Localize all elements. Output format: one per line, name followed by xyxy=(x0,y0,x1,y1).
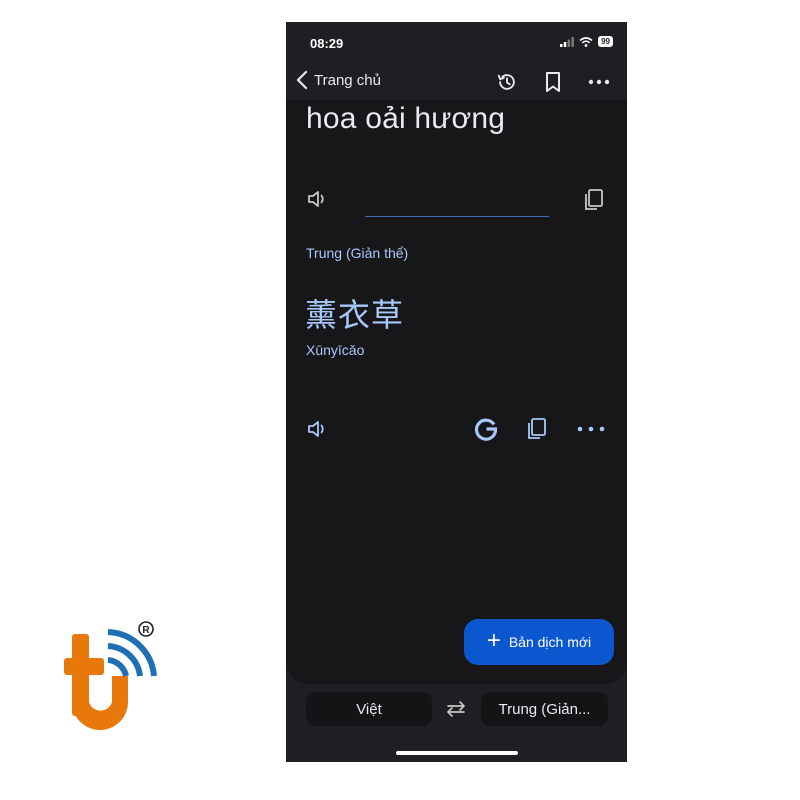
google-search-button[interactable] xyxy=(471,414,501,444)
target-more-button[interactable] xyxy=(576,422,606,436)
section-divider xyxy=(365,216,549,217)
history-icon xyxy=(497,74,515,90)
more-horizontal-icon xyxy=(577,426,605,432)
plus-icon: + xyxy=(486,627,501,654)
signal-icon xyxy=(560,36,574,47)
brand-logo: R xyxy=(64,621,157,730)
wifi-icon xyxy=(579,36,593,47)
top-app-bar: Trang chủ xyxy=(286,66,627,100)
source-language-button[interactable]: Việt xyxy=(306,692,432,726)
source-speak-button[interactable] xyxy=(304,185,332,213)
svg-text:R: R xyxy=(142,625,150,636)
source-copy-button[interactable] xyxy=(580,186,608,214)
swap-languages-button[interactable] xyxy=(443,698,469,720)
copy-icon xyxy=(585,189,603,210)
target-language-pill-label: Trung (Giản... xyxy=(498,700,591,718)
home-indicator xyxy=(396,751,518,755)
speaker-icon xyxy=(308,191,324,207)
back-button[interactable]: Trang chủ xyxy=(296,70,381,90)
more-horizontal-icon xyxy=(588,79,610,85)
translated-text[interactable]: 薰衣草 xyxy=(305,290,404,336)
new-translation-button[interactable]: + Bản dịch mới xyxy=(464,619,614,665)
chevron-left-icon xyxy=(296,70,308,90)
source-text[interactable]: hoa oải hương xyxy=(306,102,505,136)
more-options-button[interactable] xyxy=(586,69,612,95)
battery-indicator: 99 xyxy=(598,36,613,47)
translation-card: hoa oải hương Trung (Giản thể) 薰衣草 Xūnyī… xyxy=(286,100,627,684)
swap-icon xyxy=(447,701,465,717)
source-language-label: Việt xyxy=(356,700,382,718)
romanization-text: Xūnyīcǎo xyxy=(306,342,365,358)
history-button[interactable] xyxy=(494,69,520,95)
status-time: 08:29 xyxy=(310,36,344,51)
bookmark-icon xyxy=(546,72,560,92)
bookmark-button[interactable] xyxy=(540,69,566,95)
status-icons: 99 xyxy=(560,36,613,47)
back-label: Trang chủ xyxy=(314,71,381,89)
target-language-label: Trung (Giản thể) xyxy=(306,245,409,261)
target-speak-button[interactable] xyxy=(304,415,332,443)
status-bar: 08:29 99 xyxy=(286,22,627,66)
copy-icon xyxy=(528,418,546,439)
target-copy-button[interactable] xyxy=(523,415,551,443)
google-g-icon xyxy=(474,418,498,441)
new-translation-label: Bản dịch mới xyxy=(508,634,592,650)
target-language-button[interactable]: Trung (Giản... xyxy=(481,692,608,726)
speaker-icon xyxy=(308,421,324,437)
phone-screen: 08:29 99 Trang chủ hoa oải hương Trung (… xyxy=(286,22,627,762)
